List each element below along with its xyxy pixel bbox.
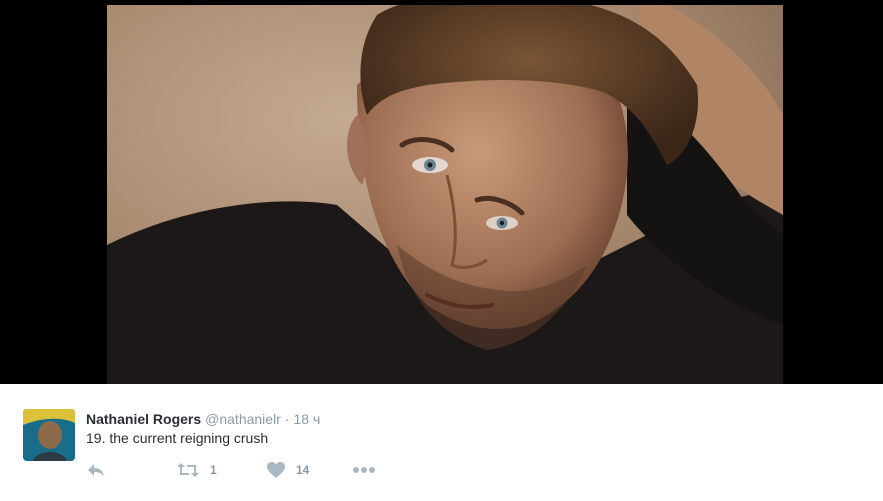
like-button[interactable]: 14 <box>266 460 309 480</box>
reply-icon <box>88 464 104 476</box>
more-dots-icon <box>353 467 375 473</box>
avatar-image <box>23 409 75 461</box>
tweet-timestamp[interactable]: 18 ч <box>294 411 321 427</box>
retweet-button[interactable]: 1 <box>176 460 217 480</box>
tweet-media-area <box>0 0 883 384</box>
tweet-card: Nathaniel Rogers @nathanielr · 18 ч 19. the… <box>0 384 883 501</box>
author-fullname[interactable]: Nathaniel Rogers <box>86 411 201 427</box>
tweet-text: 19. the current reigning crush <box>86 430 269 446</box>
heart-icon <box>267 462 285 478</box>
more-button[interactable] <box>352 460 376 480</box>
avatar[interactable] <box>23 409 75 461</box>
like-count: 14 <box>296 463 310 477</box>
header-separator: · <box>284 411 290 427</box>
tweet-actions: 1 14 <box>86 460 406 480</box>
portrait-image <box>107 5 783 384</box>
tweet-header: Nathaniel Rogers @nathanielr · 18 ч <box>86 410 320 428</box>
retweet-count: 1 <box>210 463 217 477</box>
author-username[interactable]: @nathanielr <box>205 411 281 427</box>
tweet-photo[interactable] <box>107 5 783 384</box>
retweet-icon <box>177 463 199 477</box>
reply-button[interactable] <box>86 460 106 480</box>
